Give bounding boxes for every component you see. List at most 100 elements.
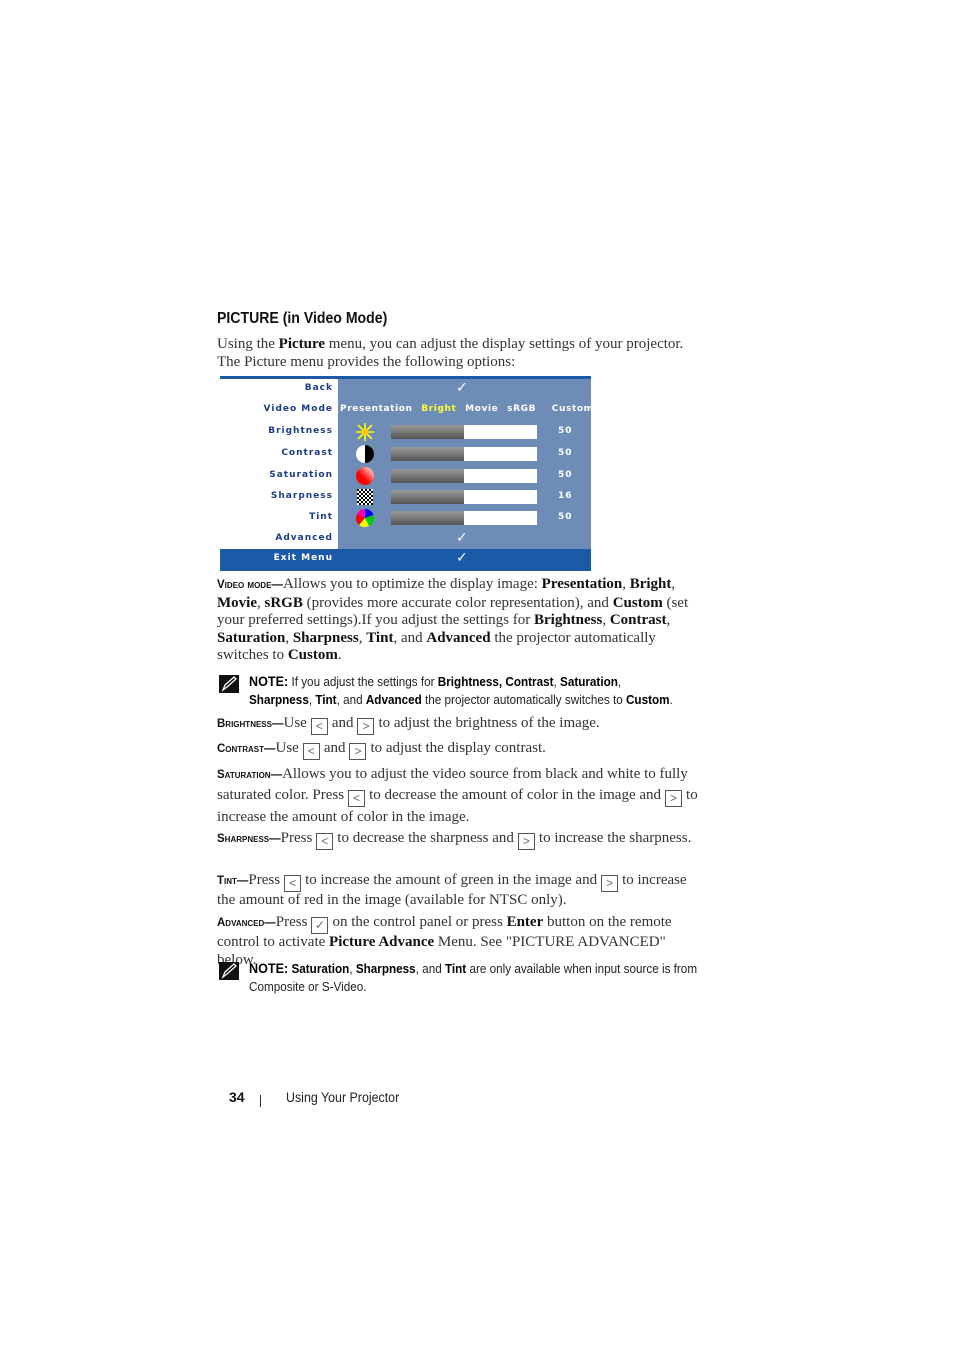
text: Allows you to optimize the display image… [282, 576, 542, 592]
slider-value: 50 [558, 448, 573, 458]
text: (provides more accurate color representa… [302, 594, 613, 611]
text: to decrease the sharpness and [337, 830, 514, 846]
menu-row-brightness: Brightness 50 [220, 422, 591, 443]
bold-term: Brightness, Contrast [437, 674, 554, 689]
contrast-icon [356, 445, 374, 463]
right-arrow-key-icon: > [357, 718, 375, 735]
video-mode-options: Presentation Bright Movie sRGB Custom [340, 404, 599, 414]
bold-term: Contrast [609, 612, 667, 628]
bold-term: Advanced [426, 629, 491, 646]
menu-row-contrast: Contrast 50 [220, 444, 591, 465]
menu-label: Brightness [268, 426, 333, 436]
menu-row-video-mode: Video Mode Presentation Bright Movie sRG… [220, 400, 593, 421]
term-label: Video mode— [217, 579, 283, 591]
brightness-slider [391, 425, 537, 439]
menu-label: Tint [309, 512, 333, 522]
menu-row-sharpness: Sharpness 16 [220, 487, 591, 508]
note-pencil-icon [219, 675, 239, 693]
bold-term: NOTE: [249, 960, 289, 976]
mode-presentation: Presentation [340, 404, 413, 414]
bold-term: NOTE: [249, 673, 289, 689]
note-text: NOTE: If you adjust the settings for Bri… [249, 673, 735, 708]
bold-term: sRGB [264, 594, 303, 611]
note-box: NOTE: Saturation, Sharpness, and Tint ar… [217, 960, 712, 995]
term-picture: Picture [278, 336, 326, 352]
text: , and [415, 961, 445, 976]
sharpness-slider [391, 490, 537, 504]
bold-term: Custom [612, 594, 663, 611]
text: and [331, 715, 354, 731]
slider-fill [391, 511, 464, 525]
footer-section-title: Using Your Projector [286, 1090, 400, 1105]
text: . [669, 691, 673, 707]
text: , [666, 612, 671, 628]
intro-paragraph: Using the Picture menu, you can adjust t… [217, 336, 707, 371]
menu-row-saturation: Saturation 50 [220, 466, 591, 487]
enter-key-icon: ✓ [311, 917, 329, 934]
slider-value: 50 [558, 512, 573, 522]
menu-label: Exit Menu [273, 553, 333, 563]
check-icon: ✓ [456, 380, 468, 396]
text: Using the [217, 336, 279, 352]
picture-menu-screenshot: Back ✓ Video Mode Presentation Bright Mo… [220, 376, 593, 571]
mode-movie: Movie [465, 404, 499, 414]
left-arrow-key-icon: < [348, 790, 366, 807]
text: to increase the sharpness. [538, 830, 692, 846]
text: the projector automatically switches to [421, 691, 626, 707]
text: on the control panel or press [332, 914, 507, 930]
text: and [323, 740, 346, 756]
term-label: Contrast— [217, 743, 276, 755]
slider-value: 50 [558, 470, 573, 480]
note-pencil-icon [219, 962, 239, 980]
section-heading: PICTURE (in Video Mode) [217, 310, 388, 327]
bold-term: Tint [444, 961, 467, 976]
text: to increase the amount of green in the i… [305, 872, 598, 888]
tint-slider [391, 511, 537, 525]
menu-label: Video Mode [263, 404, 333, 414]
bold-term: Custom [625, 691, 670, 707]
tint-icon [355, 509, 374, 528]
sharpness-paragraph: Sharpness—Press < to decrease the sharpnes… [217, 828, 707, 850]
tint-paragraph: Tint—Press < to increase the amount of gre… [217, 872, 707, 910]
slider-value: 50 [558, 426, 573, 436]
slider-fill [391, 425, 464, 439]
text: , [617, 674, 622, 689]
sharpness-icon [357, 489, 373, 505]
page-number: 34 [229, 1089, 245, 1105]
term-label: Sharpness— [217, 833, 281, 845]
right-arrow-key-icon: > [601, 875, 619, 892]
text: Press [275, 914, 308, 930]
bold-term: Sharpness [355, 961, 416, 976]
menu-label: Advanced [275, 533, 333, 543]
term-label: Saturation— [217, 769, 283, 781]
menu-row-tint: Tint 50 [220, 508, 591, 529]
bold-term: Picture Advance [329, 934, 435, 950]
text: Press [248, 872, 281, 888]
slider-value: 16 [558, 491, 573, 501]
bold-term: Sharpness [249, 691, 309, 707]
menu-label: Sharpness [270, 491, 333, 501]
mode-bright-selected: Bright [421, 404, 457, 414]
mode-srgb: sRGB [507, 404, 537, 414]
text: , [602, 612, 610, 628]
text: Use [275, 740, 299, 756]
mode-custom: Custom [551, 404, 594, 414]
slider-fill [391, 490, 464, 504]
text: , [622, 576, 630, 592]
menu-label: Back [304, 383, 333, 393]
text: Press [280, 830, 313, 846]
left-arrow-key-icon: < [310, 718, 328, 735]
right-arrow-key-icon: > [665, 790, 683, 807]
menu-label: Contrast [281, 448, 333, 458]
left-arrow-key-icon: < [284, 875, 302, 892]
saturation-paragraph: Saturation—Allows you to adjust the vide… [217, 764, 707, 827]
text: Use [283, 715, 307, 731]
bold-term: Brightness [534, 612, 603, 628]
saturation-slider [391, 469, 537, 483]
slider-fill [391, 469, 464, 483]
contrast-paragraph: Contrast—Use < and > to adjust the display c… [217, 740, 707, 760]
text: , [671, 576, 676, 592]
text: , and [336, 691, 366, 707]
bold-term: Tint [315, 691, 337, 707]
right-arrow-key-icon: > [349, 743, 367, 760]
